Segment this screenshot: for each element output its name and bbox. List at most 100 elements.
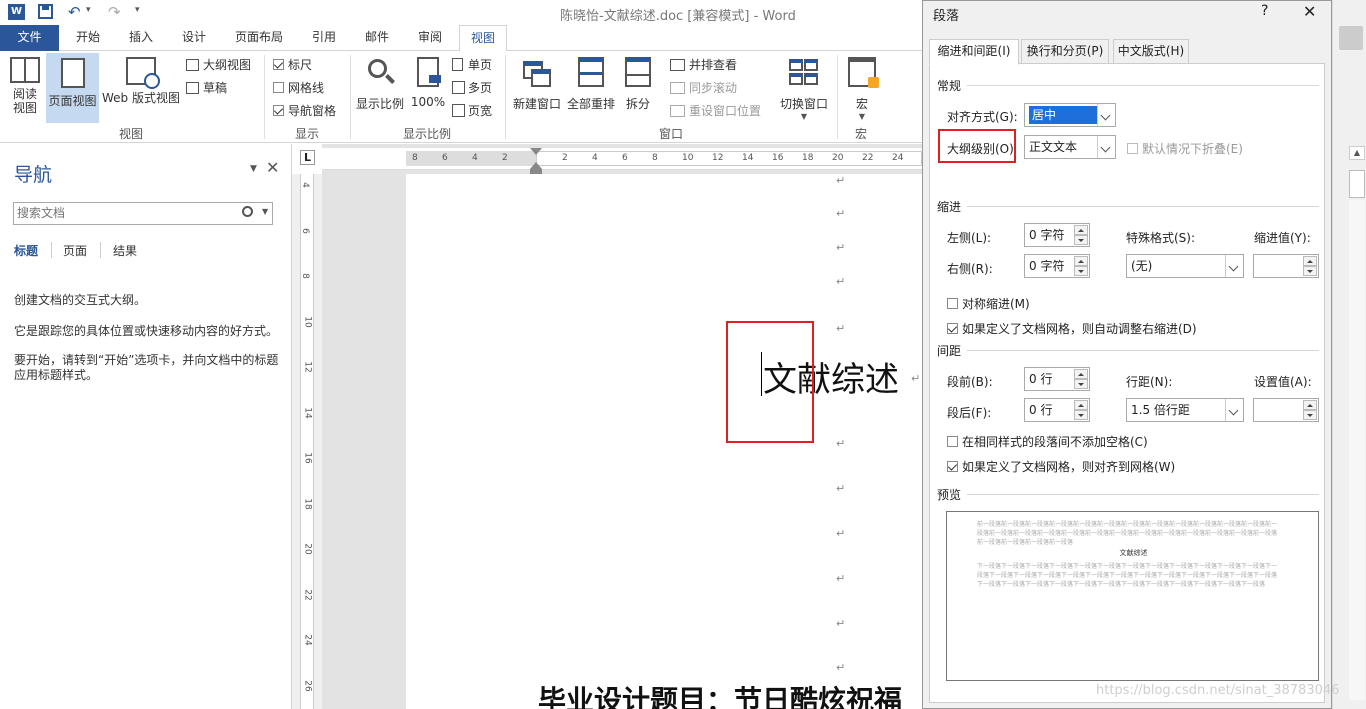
zoom-100-button[interactable]: 100% [410, 55, 446, 109]
close-icon[interactable]: ✕ [1303, 2, 1316, 21]
collapse-checkbox[interactable]: 默认情况下折叠(E) [1127, 140, 1243, 157]
tab-view[interactable]: 视图 [459, 25, 507, 52]
tab-asian-typography[interactable]: 中文版式(H) [1113, 39, 1189, 64]
tab-review[interactable]: 审阅 [406, 25, 454, 51]
before-input[interactable]: 0 行 [1024, 367, 1090, 391]
snap-grid-checkbox[interactable]: 如果定义了文档网格，则对齐到网格(W) [947, 458, 1175, 475]
search-icon[interactable] [242, 206, 253, 217]
spinner[interactable] [1074, 225, 1088, 245]
spinner[interactable] [1074, 400, 1088, 420]
spinner[interactable] [1074, 369, 1088, 389]
side-by-side-button[interactable]: 并排查看 [670, 56, 737, 73]
tab-mailings[interactable]: 邮件 [353, 25, 401, 51]
nav-tab-results[interactable]: 结果 [113, 242, 137, 259]
at-label: 设置值(A): [1254, 375, 1312, 389]
undo-icon[interactable]: ↶ [68, 3, 81, 21]
after-input[interactable]: 0 行 [1024, 398, 1090, 422]
section-preview: 预览 [937, 488, 962, 502]
line-spacing-select[interactable]: 1.5 倍行距 [1126, 398, 1244, 422]
dropdown-arrow-icon[interactable] [1097, 136, 1115, 158]
at-input[interactable] [1253, 398, 1319, 422]
spinner[interactable] [1303, 256, 1317, 276]
alignment-select[interactable]: 居中 [1024, 103, 1116, 127]
document-area[interactable]: 8 6 4 2 2 4 6 8 10 12 14 16 18 20 22 24 ↵ ↵ ↵ ↵ ↵ ↵ ↵ ↵ ↵ ↵ ↵ 文献综… [322, 144, 922, 709]
tab-selector[interactable]: L [292, 144, 322, 174]
nav-close-icon[interactable]: ✕ [266, 158, 279, 177]
macros-button[interactable]: 宏 ▼ [842, 55, 882, 121]
tab-file[interactable]: 文件 [0, 25, 59, 51]
multi-page-button[interactable]: 多页 [452, 79, 492, 96]
outline-level-select[interactable]: 正文文本 [1024, 135, 1116, 159]
nav-title: 导航 [14, 164, 53, 186]
nav-tab-pages[interactable]: 页面 [63, 242, 87, 259]
horizontal-ruler[interactable]: 8 6 4 2 2 4 6 8 10 12 14 16 18 20 22 24 [322, 148, 922, 175]
word-logo-icon[interactable]: W [8, 4, 25, 20]
tab-indents-spacing[interactable]: 缩进和间距(I) [929, 39, 1019, 65]
page-width-button[interactable]: 页宽 [452, 102, 492, 119]
save-icon[interactable] [38, 4, 53, 19]
nav-search-box[interactable]: ▼ [13, 202, 273, 225]
customize-quick-access-icon[interactable]: ▾ [135, 5, 140, 15]
scroll-up-button[interactable]: ▲ [1349, 146, 1365, 160]
spinner[interactable] [1074, 256, 1088, 276]
tab-line-page-breaks[interactable]: 换行和分页(P) [1021, 39, 1109, 64]
web-layout-icon [126, 57, 160, 89]
section-indentation: 缩进 [937, 200, 962, 214]
web-layout-button[interactable]: Web 版式视图 [101, 55, 181, 121]
checkbox-checked-icon [947, 461, 958, 472]
dropdown-arrow-icon[interactable] [1225, 255, 1243, 277]
no-space-checkbox[interactable]: 在相同样式的段落间不添加空格(C) [947, 433, 1148, 450]
dropdown-arrow-icon[interactable] [1097, 104, 1115, 126]
document-bottom-text[interactable]: 毕业设计题目：节日酷炫祝福 [538, 679, 902, 709]
vertical-ruler[interactable]: 4 6 8 10 12 14 16 18 20 22 24 26 [292, 174, 322, 709]
read-mode-button[interactable]: 阅读 视图 [6, 55, 44, 121]
auto-adjust-checkbox[interactable]: 如果定义了文档网格，则自动调整右缩进(D) [947, 320, 1197, 337]
h-ruler-tick-label: 6 [622, 153, 628, 163]
zoom-button[interactable]: 显示比例 [354, 55, 406, 112]
redo-icon[interactable]: ↷ [108, 3, 121, 21]
arrange-all-button[interactable]: 全部重排 [565, 55, 617, 112]
nav-tab-headings[interactable]: 标题 [14, 242, 38, 259]
paragraph-mark: ↵ [836, 437, 846, 450]
nav-search-input[interactable] [14, 203, 234, 223]
document-page[interactable]: ↵ ↵ ↵ ↵ ↵ ↵ ↵ ↵ ↵ ↵ ↵ 文献综述 ↵ 毕业设计题目：节日酷炫祝福 [406, 174, 922, 709]
tab-design[interactable]: 设计 [170, 25, 218, 51]
sync-scroll-button[interactable]: 同步滚动 [670, 79, 737, 96]
draft-view-button[interactable]: 草稿 [186, 79, 227, 96]
left-indent-input[interactable]: 0 字符 [1024, 223, 1090, 247]
special-select[interactable]: (无) [1126, 254, 1244, 278]
indent-by-input[interactable] [1253, 254, 1319, 278]
search-dropdown-icon[interactable]: ▼ [262, 207, 268, 216]
first-line-indent-marker[interactable] [530, 148, 542, 155]
nav-options-icon[interactable]: ▼ [250, 164, 257, 174]
account-avatar[interactable] [1339, 26, 1363, 50]
help-button[interactable]: ? [1261, 3, 1268, 19]
one-page-button[interactable]: 单页 [452, 56, 492, 73]
divider [967, 494, 1319, 495]
outline-view-button[interactable]: 大纲视图 [186, 56, 251, 73]
split-button[interactable]: 拆分 [622, 55, 654, 112]
tab-page-layout[interactable]: 页面布局 [225, 25, 293, 51]
scroll-thumb[interactable] [1349, 170, 1365, 198]
section-general: 常规 [937, 79, 962, 93]
ruler-checkbox[interactable]: 标尺 [273, 56, 312, 73]
spinner[interactable] [1303, 400, 1317, 420]
tab-references[interactable]: 引用 [300, 25, 348, 51]
switch-windows-button[interactable]: 切换窗口 ▼ [776, 55, 832, 121]
dropdown-arrow-icon[interactable] [1225, 399, 1243, 421]
reset-window-position-button[interactable]: 重设窗口位置 [670, 102, 761, 119]
tab-insert[interactable]: 插入 [117, 25, 165, 51]
special-label: 特殊格式(S): [1126, 231, 1196, 245]
tab-home[interactable]: 开始 [64, 25, 112, 51]
ribbon-tabs: 文件 开始 插入 设计 页面布局 引用 邮件 审阅 视图 [0, 25, 922, 52]
mirror-indents-checkbox[interactable]: 对称缩进(M) [947, 295, 1030, 312]
hanging-indent-marker[interactable] [530, 162, 542, 169]
gridlines-checkbox[interactable]: 网格线 [273, 79, 324, 96]
undo-dropdown-icon[interactable]: ▾ [86, 5, 91, 15]
print-layout-button[interactable]: 页面视图 [46, 53, 99, 123]
dropdown-arrow-icon: ▼ [858, 112, 866, 121]
scrollbar-track[interactable] [1349, 200, 1365, 700]
right-indent-input[interactable]: 0 字符 [1024, 254, 1090, 278]
new-window-button[interactable]: 新建窗口 [511, 55, 563, 112]
nav-pane-checkbox[interactable]: 导航窗格 [273, 102, 336, 119]
